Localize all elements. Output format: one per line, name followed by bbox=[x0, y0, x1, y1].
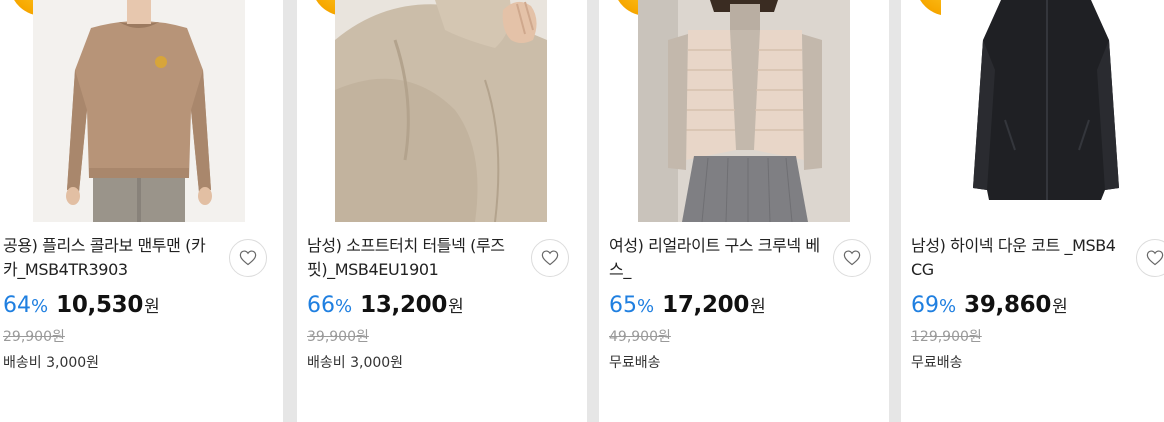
sale-price: 13,200 bbox=[360, 292, 448, 318]
percent-sign: % bbox=[939, 296, 957, 317]
price-row: 65% 17,200원 bbox=[609, 292, 766, 324]
product-image[interactable] bbox=[335, 0, 547, 222]
shipping-info: 무료배송 bbox=[609, 355, 661, 371]
wishlist-button[interactable] bbox=[1136, 239, 1164, 277]
discount-rate: 66 bbox=[307, 293, 335, 318]
percent-sign: % bbox=[335, 296, 353, 317]
currency-label: 원 bbox=[1052, 297, 1068, 317]
discount-rate: 64 bbox=[3, 293, 31, 318]
original-price: 129,900원 bbox=[911, 329, 982, 345]
shipping-info: 무료배송 bbox=[911, 355, 963, 371]
product-image[interactable] bbox=[941, 0, 1153, 222]
currency-label: 원 bbox=[144, 297, 160, 317]
sale-price: 10,530 bbox=[56, 292, 144, 318]
product-image[interactable] bbox=[638, 0, 850, 222]
percent-sign: % bbox=[31, 296, 49, 317]
wishlist-button[interactable] bbox=[531, 239, 569, 277]
product-image-area[interactable] bbox=[901, 0, 1164, 222]
shipping-info: 배송비 3,000원 bbox=[307, 355, 404, 371]
original-price: 29,900원 bbox=[3, 329, 65, 345]
product-grid: 공용) 플리스 콜라보 맨투맨 (카카_MSB4TR3903 64% 10,530… bbox=[0, 0, 1164, 422]
price-row: 64% 10,530원 bbox=[3, 292, 160, 324]
product-card[interactable]: 공용) 플리스 콜라보 맨투맨 (카카_MSB4TR3903 64% 10,530… bbox=[0, 0, 283, 422]
product-card[interactable]: 남성) 소프트터치 터틀넥 (루즈핏)_MSB4EU1901 66% 13,200… bbox=[297, 0, 587, 422]
product-title[interactable]: 남성) 하이넥 다운 코트 _MSB4CG bbox=[911, 234, 1126, 282]
original-price: 49,900원 bbox=[609, 329, 671, 345]
discount-rate: 65 bbox=[609, 293, 637, 318]
product-image[interactable] bbox=[33, 0, 245, 222]
price-row: 66% 13,200원 bbox=[307, 292, 464, 324]
wishlist-button[interactable] bbox=[833, 239, 871, 277]
percent-sign: % bbox=[637, 296, 655, 317]
product-image-area[interactable] bbox=[0, 0, 283, 222]
currency-label: 원 bbox=[750, 297, 766, 317]
heart-outline-icon bbox=[239, 250, 257, 266]
heart-outline-icon bbox=[843, 250, 861, 266]
heart-outline-icon bbox=[541, 250, 559, 266]
currency-label: 원 bbox=[448, 297, 464, 317]
product-card[interactable]: 남성) 하이넥 다운 코트 _MSB4CG 69% 39,860원 129,900… bbox=[901, 0, 1164, 422]
product-title[interactable]: 남성) 소프트터치 터틀넥 (루즈핏)_MSB4EU1901 bbox=[307, 234, 522, 282]
sale-price: 17,200 bbox=[662, 292, 750, 318]
discount-rate: 69 bbox=[911, 293, 939, 318]
original-price: 39,900원 bbox=[307, 329, 369, 345]
sale-price: 39,860 bbox=[964, 292, 1052, 318]
product-title[interactable]: 공용) 플리스 콜라보 맨투맨 (카카_MSB4TR3903 bbox=[3, 234, 218, 282]
wishlist-button[interactable] bbox=[229, 239, 267, 277]
product-image-area[interactable] bbox=[297, 0, 587, 222]
product-card[interactable]: 여성) 리얼라이트 구스 크루넥 베스_ 65% 17,200원 49,900원 … bbox=[599, 0, 889, 422]
shipping-info: 배송비 3,000원 bbox=[3, 355, 100, 371]
product-image-area[interactable] bbox=[599, 0, 889, 222]
product-title[interactable]: 여성) 리얼라이트 구스 크루넥 베스_ bbox=[609, 234, 824, 282]
price-row: 69% 39,860원 bbox=[911, 292, 1068, 324]
heart-outline-icon bbox=[1146, 250, 1164, 266]
